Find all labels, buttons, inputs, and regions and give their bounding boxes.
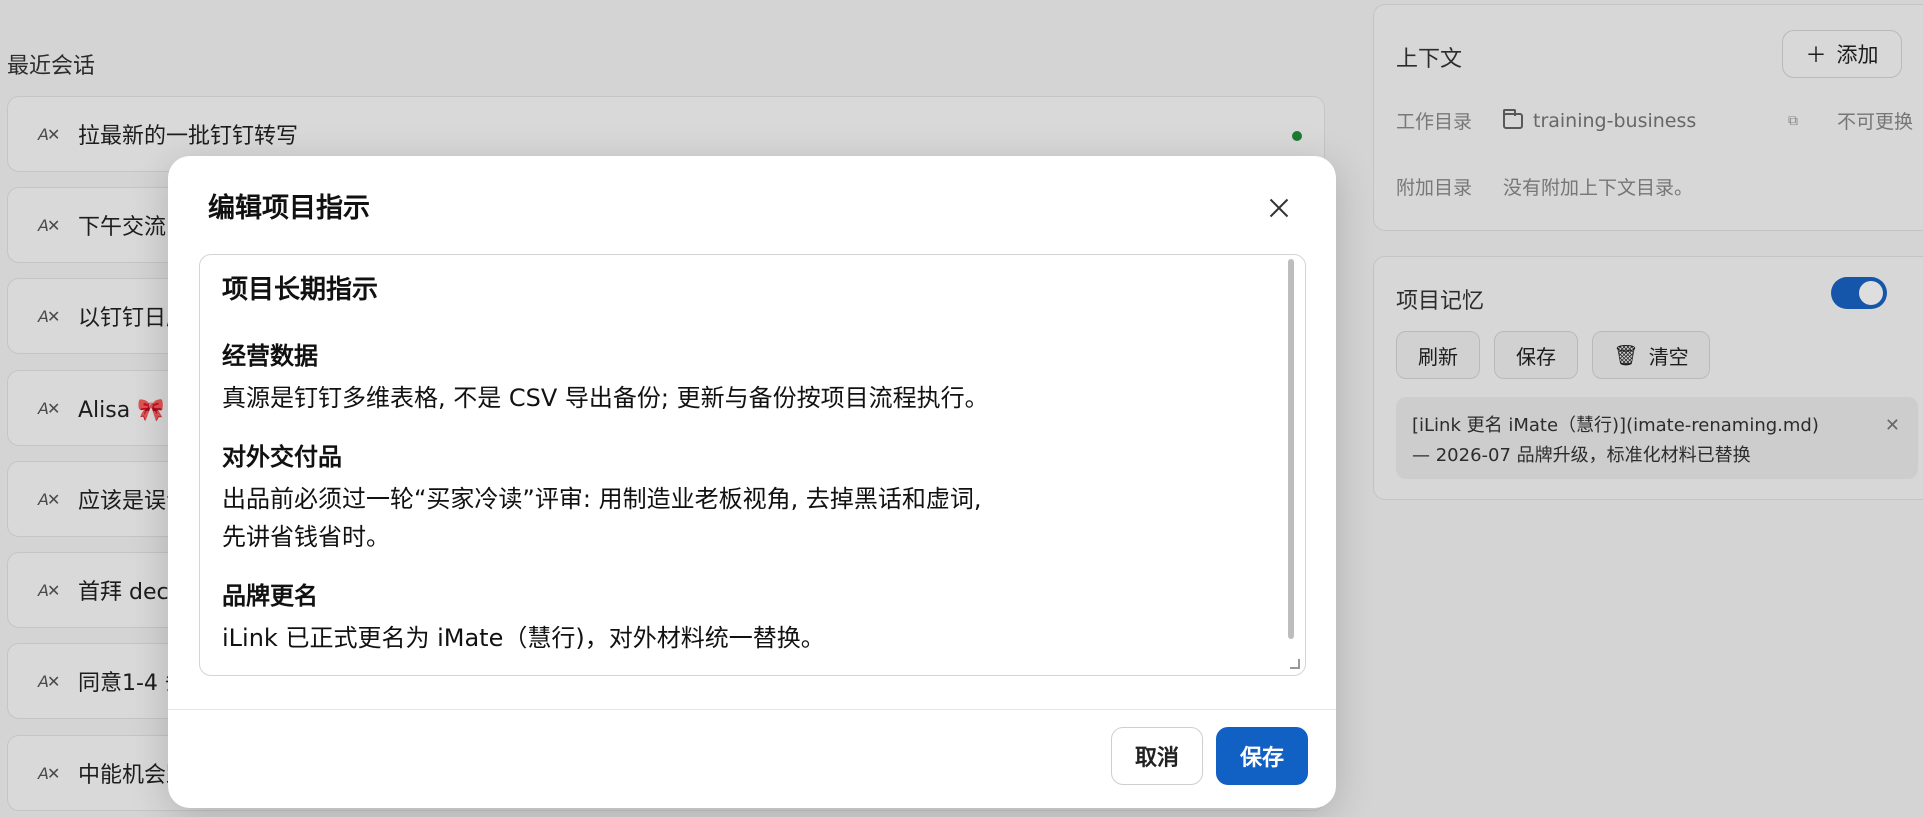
section-title: 经营数据 (222, 342, 318, 370)
resize-handle-icon[interactable] (1290, 659, 1300, 669)
section-body: 真源是钉钉多维表格, 不是 CSV 导出备份; 更新与备份按项目流程执行。 (222, 384, 989, 412)
save-button[interactable]: 保存 (1216, 727, 1308, 785)
editor-heading: 项目长期指示 (222, 275, 379, 305)
section-body: iLink 已正式更名为 iMate（慧行)，对外材料统一替换。 (222, 624, 825, 652)
footer-divider (168, 709, 1336, 710)
section-title: 品牌更名 (222, 582, 318, 610)
section-body-line: 出品前必须过一轮“买家冷读”评审: 用制造业老板视角, 去掉黑话和虚词, (222, 485, 982, 513)
instructions-editor[interactable]: 项目长期指示 经营数据 真源是钉钉多维表格, 不是 CSV 导出备份; 更新与备… (199, 254, 1306, 676)
editor-content[interactable]: 项目长期指示 经营数据 真源是钉钉多维表格, 不是 CSV 导出备份; 更新与备… (222, 265, 1262, 675)
edit-instructions-dialog: 编辑项目指示 项目长期指示 经营数据 真源是钉钉多维表格, 不是 CSV 导出备… (168, 156, 1336, 808)
cancel-button[interactable]: 取消 (1111, 727, 1203, 785)
dialog-title: 编辑项目指示 (208, 193, 370, 224)
editor-scrollbar[interactable] (1288, 259, 1294, 639)
section-title: 对外交付品 (222, 443, 342, 471)
section-body-line: 先讲省钱省时。 (222, 523, 390, 551)
section-body: 出品前必须过一轮“买家冷读”评审: 用制造业老板视角, 去掉黑话和虚词, 先讲省… (222, 480, 1262, 556)
app-page: 最近会话 A✕ 拉最新的一批钉钉转写 A✕ 下午交流问题整理 A✕ 以钉钉日历为… (0, 0, 1923, 817)
close-icon[interactable] (1265, 194, 1293, 222)
